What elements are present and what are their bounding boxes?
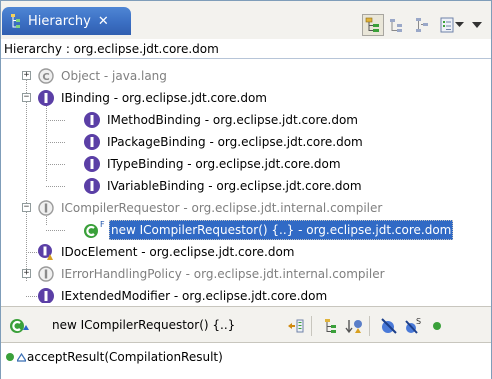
type-hierarchy-button[interactable] <box>362 14 384 36</box>
interface-icon <box>38 288 54 303</box>
type-hierarchy-icon <box>365 17 379 32</box>
supertype-hierarchy-button[interactable] <box>386 14 408 36</box>
expand-toggle[interactable]: + <box>22 71 31 80</box>
tree-item-label: IMethodBinding - org.eclipse.jdt.core.do… <box>107 113 358 127</box>
anonymous-class-icon: F <box>84 221 105 238</box>
tree-connector <box>46 230 65 231</box>
tree-item-label: ICompilerRequestor - org.eclipse.jdt.int… <box>61 201 383 215</box>
tree-item-label: new ICompilerRequestor() {..} - org.ecli… <box>109 220 454 240</box>
tree-item[interactable]: ITypeBinding - org.eclipse.jdt.core.dom <box>83 153 341 175</box>
hierarchy-icon <box>11 14 20 28</box>
hide-non-public-icon <box>433 322 441 330</box>
tree-item-label: IBinding - org.eclipse.jdt.core.dom <box>61 91 267 105</box>
tree-connector <box>46 142 65 143</box>
tree-item[interactable]: IMethodBinding - org.eclipse.jdt.core.do… <box>83 109 358 131</box>
method-label: acceptResult(CompilationResult) <box>27 350 223 364</box>
interface-icon <box>38 200 54 216</box>
toolbar-separator <box>369 316 370 336</box>
tree-item[interactable]: IErrorHandlingPolicy - org.eclipse.jdt.i… <box>37 263 385 285</box>
hide-fields-icon <box>381 318 397 334</box>
expand-toggle[interactable]: + <box>22 269 31 278</box>
hierarchy-view: Hierarchy ✕ Hierarchy: org.eclipse.jdt.… <box>0 0 492 379</box>
sort-defining-type-icon <box>345 320 362 334</box>
subtype-hierarchy-button[interactable] <box>411 14 433 36</box>
show-inherited-icon <box>325 319 336 333</box>
breadcrumb: Hierarchy : org.eclipse.jdt.core.dom <box>1 39 491 59</box>
anonymous-class-icon <box>10 319 29 333</box>
svg-text:C: C <box>42 72 49 83</box>
hierarchy-tab-label: Hierarchy <box>28 13 91 29</box>
tree-item[interactable]: IPackageBinding - org.eclipse.jdt.core.d… <box>83 131 363 153</box>
toolbar-separator <box>311 316 312 336</box>
interface-icon <box>38 244 53 260</box>
tree-item-label: IErrorHandlingPolicy - org.eclipse.jdt.i… <box>61 267 385 281</box>
members-list: acceptResult(CompilationResult) <box>1 343 491 379</box>
interface-icon <box>84 156 100 172</box>
tree-item-label: IDocElement - org.eclipse.jdt.core.dom <box>61 245 295 259</box>
class-icon: C <box>38 68 54 84</box>
minimize-button[interactable] <box>469 14 485 36</box>
collapse-toggle[interactable]: − <box>22 93 31 102</box>
subtype-hierarchy-icon <box>416 18 428 32</box>
tree-item-label: IVariableBinding - org.eclipse.jdt.core.… <box>107 179 362 193</box>
view-menu-button[interactable] <box>452 14 466 36</box>
show-inherited-button[interactable] <box>321 316 341 336</box>
hide-static-button[interactable]: S <box>403 316 423 336</box>
tree-item[interactable]: IExtendedModifier - org.eclipse.jdt.core… <box>37 285 327 303</box>
supertype-hierarchy-icon <box>390 19 402 32</box>
hide-static-icon: S <box>405 317 421 334</box>
tree-item-selected[interactable]: F new ICompilerRequestor() {..} - org.ec… <box>83 219 454 241</box>
svg-text:S: S <box>416 317 421 326</box>
interface-icon <box>84 134 100 150</box>
triangle-down-icon <box>454 22 464 27</box>
tree-connector <box>46 164 65 165</box>
view-tab-bar: Hierarchy ✕ <box>1 1 491 39</box>
type-hierarchy-tree: + − − + C Object - java.lang IBinding - … <box>1 59 491 303</box>
interface-icon <box>84 178 100 194</box>
tree-item-label: ITypeBinding - org.eclipse.jdt.core.dom <box>107 157 341 171</box>
selected-type-label: new ICompilerRequestor() {..} <box>52 318 236 332</box>
interface-icon <box>38 266 54 282</box>
sort-by-defining-type-button[interactable] <box>344 316 364 336</box>
lock-view-icon <box>288 319 304 333</box>
close-icon[interactable]: ✕ <box>98 14 109 29</box>
tree-item[interactable]: C Object - java.lang <box>37 65 167 87</box>
tree-item-label: IPackageBinding - org.eclipse.jdt.core.d… <box>107 135 363 149</box>
tree-item-label: Object - java.lang <box>61 69 167 83</box>
members-pane-toolbar: new ICompilerRequestor() {..} S <box>1 306 491 343</box>
lock-view-button[interactable] <box>286 316 306 336</box>
hierarchy-tab[interactable]: Hierarchy ✕ <box>2 7 131 35</box>
override-triangle-icon <box>17 352 26 362</box>
tree-connector <box>46 97 47 181</box>
tree-connector <box>46 120 65 121</box>
tree-item[interactable]: IVariableBinding - org.eclipse.jdt.core.… <box>83 175 362 197</box>
hide-non-public-button[interactable] <box>427 316 447 336</box>
method-item[interactable]: acceptResult(CompilationResult) <box>6 348 223 366</box>
triangle-down-icon <box>472 22 482 28</box>
tree-item-label: IExtendedModifier - org.eclipse.jdt.core… <box>61 289 328 303</box>
interface-icon <box>84 112 100 128</box>
hide-fields-button[interactable] <box>379 316 399 336</box>
public-method-icon <box>6 353 14 361</box>
tree-connector <box>26 75 27 281</box>
svg-text:F: F <box>100 221 105 229</box>
interface-icon <box>38 90 54 106</box>
tree-item[interactable]: IBinding - org.eclipse.jdt.core.dom <box>37 87 267 109</box>
tree-item[interactable]: ICompilerRequestor - org.eclipse.jdt.int… <box>37 197 382 219</box>
tree-item[interactable]: IDocElement - org.eclipse.jdt.core.dom <box>37 241 295 263</box>
collapse-toggle[interactable]: − <box>22 203 31 212</box>
tree-connector <box>46 186 65 187</box>
